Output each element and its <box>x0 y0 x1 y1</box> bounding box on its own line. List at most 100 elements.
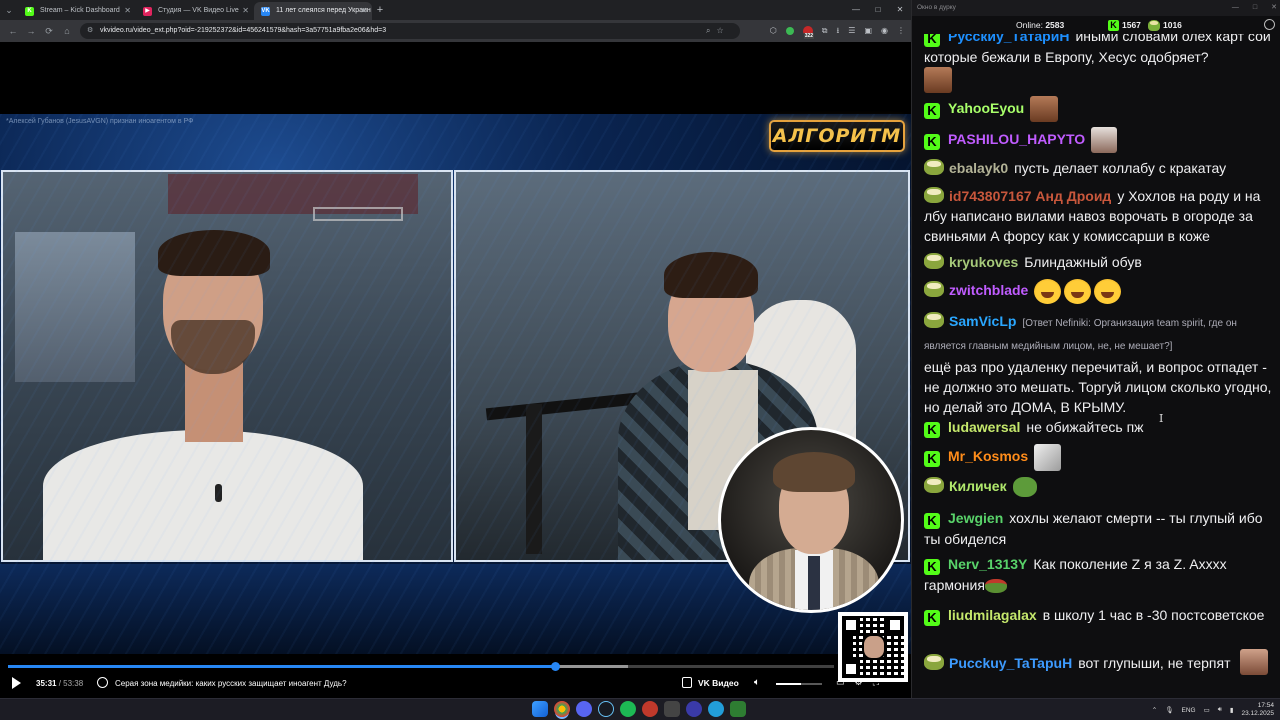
chat-username[interactable]: Jewgien <box>948 510 1003 526</box>
sidebar-icon[interactable]: ▣ <box>864 23 872 39</box>
chat-username[interactable]: Pucckuy_TaTapuH <box>949 655 1072 671</box>
chat-settings-icon[interactable] <box>1264 19 1275 30</box>
language-indicator[interactable]: ENG <box>1182 707 1196 714</box>
tab-strip: ⌄ K Stream – Kick Dashboard ✕ ▶ Студия — VK … <box>0 0 911 20</box>
video-player[interactable]: *Алексей Губанов (JesusAVGN) признан ино… <box>0 42 911 698</box>
chat-username[interactable]: ebalayk0 <box>949 160 1008 176</box>
speaker-icon[interactable]: 🔊︎ <box>1218 706 1222 714</box>
media-player-icon[interactable] <box>686 701 702 717</box>
clock-time: 17:54 <box>1257 702 1274 709</box>
extensions-icon[interactable]: ⬡ <box>770 23 777 39</box>
chat-username[interactable]: kryukoves <box>949 254 1018 270</box>
chat-message-text: Блиндажный обув <box>1024 254 1142 270</box>
chat-maximize-icon[interactable]: □ <box>1253 0 1257 16</box>
telegram-icon[interactable] <box>708 701 724 717</box>
vk-viewer-count: 1016 <box>1163 20 1182 30</box>
address-bar[interactable]: ⚙ vkvideo.ru/video_ext.php?oid=-21925237… <box>80 23 740 39</box>
vk-video-link[interactable]: VK Видео <box>698 678 739 688</box>
foreign-agent-disclaimer: *Алексей Губанов (JesusAVGN) признан ино… <box>6 118 194 125</box>
close-icon[interactable]: ✕ <box>889 0 911 20</box>
browser-tab[interactable]: K Stream – Kick Dashboard ✕ <box>18 2 136 20</box>
progress-handle[interactable] <box>550 662 560 671</box>
chat-username[interactable]: zwitchblade <box>949 282 1028 298</box>
extension-green-icon[interactable] <box>785 27 794 35</box>
network-icon[interactable]: ▭ <box>1204 706 1210 714</box>
browser-toolbar: ← → ⟳ ⌂ ⚙ vkvideo.ru/video_ext.php?oid=-… <box>0 20 911 42</box>
chat-username[interactable]: liudmilagalax <box>948 607 1037 623</box>
chat-message-text: не обижайтесь пж <box>1026 419 1144 435</box>
discord-icon[interactable] <box>576 701 592 717</box>
browser-tab[interactable]: VK 11 лет слеялся перед Украин ✕ <box>254 2 372 20</box>
battery-icon[interactable]: ▮ <box>1230 706 1234 714</box>
taskbar: ⌃ 🎙︎ ENG ▭ 🔊︎ ▮ 17:54 23.12.2025 <box>0 698 1280 720</box>
site-info-icon[interactable]: ⚙ <box>87 23 93 39</box>
chat-username[interactable]: Киличек <box>949 478 1007 494</box>
vk-video-icon[interactable] <box>682 677 692 688</box>
volume-icon[interactable]: 🔈︎ <box>754 677 760 688</box>
forward-icon[interactable]: → <box>22 26 40 36</box>
play-icon[interactable] <box>12 677 21 689</box>
chat-message: Pucckuy_TaTapuH вот глупыши, не терпят <box>924 649 1272 675</box>
chat-username[interactable]: SamVicLp <box>949 313 1016 329</box>
chat-message: ebalayk0 пусть делает коллабу с кракатау <box>924 158 1272 178</box>
kick-viewer-count: 1567 <box>1122 20 1141 30</box>
tray-expand-icon[interactable]: ⌃ <box>1152 706 1157 714</box>
tab-close-icon[interactable]: ✕ <box>242 2 249 20</box>
current-time: 35:31 <box>36 679 57 688</box>
clock[interactable]: 17:54 23.12.2025 <box>1241 702 1274 718</box>
tab-close-icon[interactable]: ✕ <box>360 2 367 20</box>
face-emote-icon <box>1240 649 1268 675</box>
bookmark-star-icon[interactable]: ☆ <box>716 23 723 39</box>
profile-icon[interactable]: ◉ <box>881 23 888 39</box>
volume-slider[interactable] <box>776 683 822 685</box>
chat-username[interactable]: Русскиу_ТатариН <box>948 34 1069 44</box>
back-icon[interactable]: ← <box>4 26 22 36</box>
chat-username[interactable]: Mr_Kosmos <box>948 448 1028 464</box>
home-icon[interactable]: ⌂ <box>58 26 76 36</box>
steam-icon[interactable] <box>598 701 614 717</box>
menu-icon[interactable]: ⋮ <box>897 23 905 39</box>
video-title[interactable]: Серая зона медийки: каких русских защища… <box>115 679 347 688</box>
chat-username[interactable]: ludawersal <box>948 419 1020 435</box>
video-progress-bar[interactable] <box>8 662 834 671</box>
chapters-icon[interactable] <box>97 677 108 688</box>
new-tab-button[interactable]: + <box>372 4 388 16</box>
tab-label: Stream – Kick Dashboard <box>40 7 120 14</box>
chat-minimize-icon[interactable]: — <box>1232 0 1239 16</box>
chat-username[interactable]: PASHILOU_HAPYTO <box>948 131 1085 147</box>
chrome-icon[interactable] <box>554 701 570 717</box>
start-icon[interactable] <box>532 701 548 717</box>
puzzle-icon[interactable]: ⧉ <box>822 23 828 39</box>
tab-search-icon[interactable]: ⌄ <box>0 0 18 20</box>
mic-icon[interactable]: 🎙︎ <box>1165 706 1173 714</box>
fullscreen-icon[interactable]: ⛶ <box>873 677 879 688</box>
browser-tab[interactable]: ▶ Студия — VK Видео Live ✕ <box>136 2 254 20</box>
chat-header: Online: 2583 K 1567 1016 <box>912 16 1280 34</box>
portrait-emote-icon <box>1091 127 1118 153</box>
kick-badge-icon: K <box>924 559 940 575</box>
app-red-icon[interactable] <box>642 701 658 717</box>
player-controls: 35:31 / 53:38 Серая зона медийки: каких … <box>0 672 911 696</box>
app-green-icon[interactable] <box>730 701 746 717</box>
chat-message: SamVicLp [Ответ Nefiniki: Организация tea… <box>924 311 1272 417</box>
pepe-badge-icon <box>924 253 944 269</box>
app-gray-icon[interactable] <box>664 701 680 717</box>
settings-icon[interactable]: ⚙ <box>855 677 863 688</box>
maximize-icon[interactable]: □ <box>867 0 889 20</box>
browser-window: ⌄ K Stream – Kick Dashboard ✕ ▶ Студия — VK … <box>0 0 911 698</box>
spotify-icon[interactable] <box>620 701 636 717</box>
download-icon[interactable]: ⭳ <box>836 23 839 39</box>
tab-close-icon[interactable]: ✕ <box>124 2 131 20</box>
tab-favicon-icon: VK <box>261 7 270 16</box>
tab-list-icon[interactable]: ☰ <box>848 23 855 39</box>
reload-icon[interactable]: ⟳ <box>40 26 58 37</box>
minimize-icon[interactable]: — <box>845 0 867 20</box>
pip-icon[interactable]: ▭ <box>836 677 845 688</box>
face-emote-icon <box>924 67 952 93</box>
chat-username[interactable]: YahooEyou <box>948 100 1024 116</box>
chat-close-icon[interactable]: ✕ <box>1271 0 1277 16</box>
chat-username[interactable]: Nerv_1313Y <box>948 556 1027 572</box>
chat-username[interactable]: id743807167 Анд Дроид <box>949 188 1111 204</box>
extension-counter-icon[interactable]: 322 <box>802 26 815 39</box>
zoom-icon[interactable]: ⌕ <box>706 23 710 39</box>
